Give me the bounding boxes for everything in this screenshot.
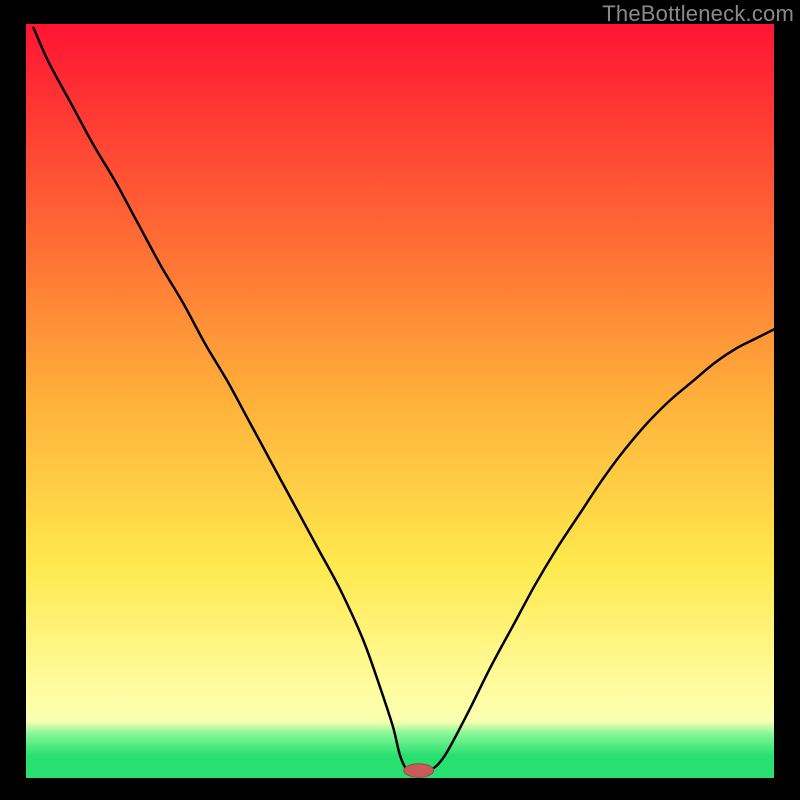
plot-area — [26, 24, 774, 778]
bottleneck-chart — [0, 0, 800, 800]
chart-stage: TheBottleneck.com — [0, 0, 800, 800]
optimal-marker — [404, 764, 434, 778]
watermark-text: TheBottleneck.com — [602, 1, 794, 27]
